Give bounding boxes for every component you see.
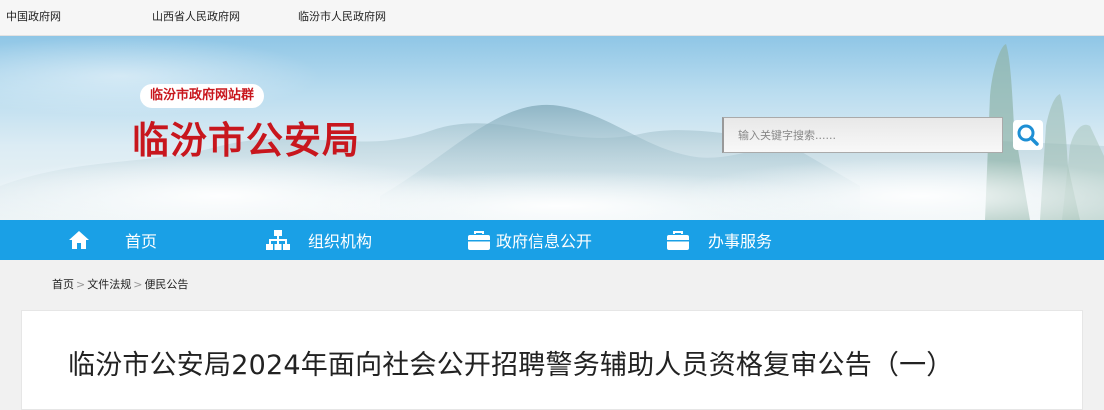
article-panel: 临汾市公安局2024年面向社会公开招聘警务辅助人员资格复审公告（一） (21, 310, 1083, 410)
nav-item-services[interactable]: 办事服务 (665, 220, 772, 260)
nav-item-gov-info-disclosure[interactable]: 政府信息公开 (466, 220, 592, 260)
org-chart-icon (266, 230, 290, 250)
main-nav: 首页 组织机构 政府信息公开 办事服务 (0, 220, 1104, 260)
breadcrumb-public-notices[interactable]: 便民公告 (144, 278, 188, 291)
site-group-badge[interactable]: 临汾市政府网站群 (140, 84, 265, 108)
briefcase-icon (468, 231, 490, 250)
nav-item-label: 组织机构 (308, 232, 373, 251)
top-link-linfen-gov[interactable]: 临汾市人民政府网 (298, 8, 386, 24)
nav-item-label: 办事服务 (708, 232, 773, 251)
breadcrumb: 首页 > 文件法规 > 便民公告 (52, 276, 188, 292)
breadcrumb-home[interactable]: 首页 (52, 278, 74, 291)
site-title: 临汾市公安局 (132, 118, 360, 162)
nav-item-label: 首页 (125, 232, 158, 251)
article-title: 临汾市公安局2024年面向社会公开招聘警务辅助人员资格复审公告（一） (68, 350, 954, 381)
search-input[interactable] (722, 117, 1003, 153)
nav-item-home[interactable]: 首页 (66, 220, 157, 260)
nav-item-label: 政府信息公开 (496, 232, 593, 251)
breadcrumb-separator: > (76, 278, 86, 291)
search-icon (1017, 124, 1039, 146)
breadcrumb-separator: > (133, 278, 143, 291)
briefcase-icon (667, 231, 689, 250)
nav-item-organization[interactable]: 组织机构 (265, 220, 372, 260)
header-banner: 临汾市政府网站群 临汾市公安局 (0, 36, 1104, 220)
search-button[interactable] (1013, 120, 1043, 150)
top-link-china-gov[interactable]: 中国政府网 (6, 8, 61, 24)
top-link-bar: 中国政府网 山西省人民政府网 临汾市人民政府网 (0, 0, 1104, 36)
top-link-shanxi-gov[interactable]: 山西省人民政府网 (152, 8, 240, 24)
home-icon (69, 231, 89, 249)
breadcrumb-regulations[interactable]: 文件法规 (87, 278, 131, 291)
